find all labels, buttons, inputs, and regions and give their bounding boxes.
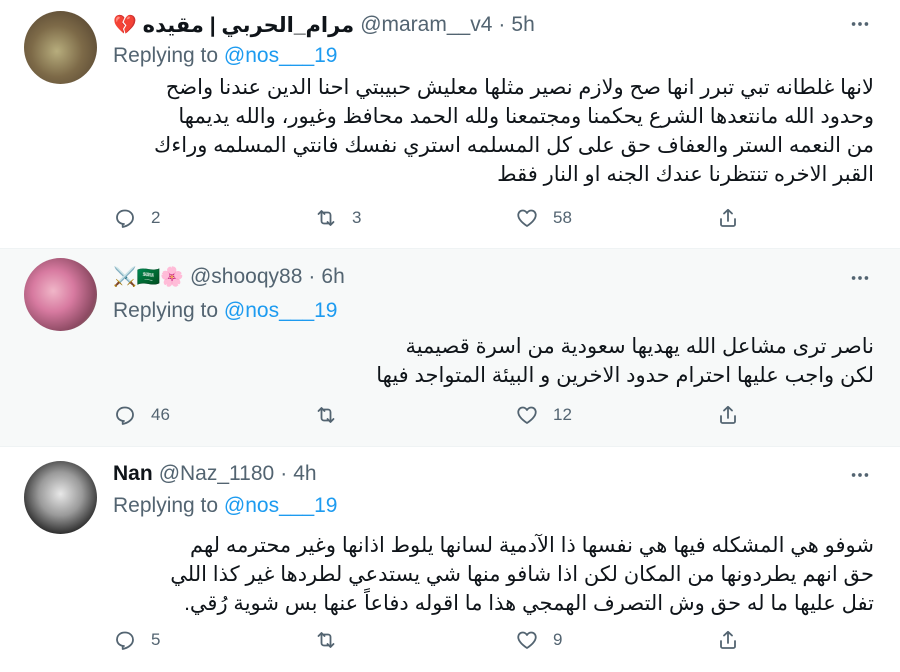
share-button[interactable] [716,206,740,230]
tweet-text-line: حق انهم يطردونها من المكان لكن اذا شافو … [170,563,874,586]
tweet[interactable]: Nan @Naz_1180 · 4h Replying to @nos___19… [0,447,900,672]
tweet-header: 💔 مرام_الحربي | مقيده @maram__v4 · 5h [113,11,535,39]
reply-count: 2 [151,208,161,227]
user-handle[interactable]: @shooqy88 [190,265,302,289]
retweet-button[interactable] [314,628,352,652]
retweet-arrows-icon [314,628,338,652]
tweet-text: لانها غلطانه تبي تبرر انها صح ولازم نصير… [113,73,874,189]
separator-dot: · [308,265,316,288]
name-emoji: ⚔️🇸🇦🌸 [113,267,184,288]
timestamp[interactable]: 6h [321,265,344,289]
retweet-button[interactable] [314,403,352,427]
avatar[interactable] [24,11,97,84]
replying-prefix: Replying to [113,494,219,517]
replying-to: Replying to @nos___19 [113,494,337,518]
tweet-text-line: شوفو هي المشكله فيها هي نفسها ذا الآدمية… [190,534,874,557]
tweet-text: ناصر ترى مشاعل الله يهديها سعودية من اسر… [113,332,874,390]
replying-mention-link[interactable]: @nos___19 [224,299,338,322]
tweet-header: ⚔️🇸🇦🌸 @shooqy88 · 6h [113,263,345,291]
more-horizontal-icon[interactable] [846,266,874,290]
retweet-button[interactable]: 3 [314,206,361,230]
replying-to: Replying to @nos___19 [113,44,337,68]
replying-prefix: Replying to [113,44,219,67]
display-name[interactable]: Nan [113,462,153,486]
retweet-count: 3 [352,208,362,227]
like-count: 58 [553,208,572,227]
name-emoji: 💔 [113,15,137,36]
tweet-text-line: القبر الاخره تنتظرنا عندك الجنه او النار… [497,163,874,186]
reply-count: 5 [151,630,161,649]
timestamp[interactable]: 5h [511,13,534,37]
reply-button[interactable]: 5 [113,628,160,652]
like-count: 9 [553,630,563,649]
replying-mention-link[interactable]: @nos___19 [224,44,338,67]
replying-prefix: Replying to [113,299,219,322]
like-button[interactable]: 9 [515,628,562,652]
avatar[interactable] [24,461,97,534]
like-button[interactable]: 58 [515,206,572,230]
tweet-text-line: لكن واجب عليها احترام حدود الاخرين و الب… [376,364,874,387]
retweet-arrows-icon [314,403,338,427]
share-upload-icon [716,403,740,427]
more-horizontal-icon[interactable] [846,463,874,487]
reply-bubble-icon [113,403,137,427]
display-name[interactable]: مرام_الحربي | مقيده [143,13,355,38]
reply-button[interactable]: 46 [113,403,170,427]
share-button[interactable] [716,628,740,652]
tweet-text-line: لانها غلطانه تبي تبرر انها صح ولازم نصير… [165,76,874,99]
avatar[interactable] [24,258,97,331]
retweet-arrows-icon [314,206,338,230]
reply-count: 46 [151,405,170,424]
reply-bubble-icon [113,206,137,230]
tweet-text-line: من النعمه الستر والعفاف حق على كل المسلم… [154,134,874,157]
share-upload-icon [716,628,740,652]
tweet[interactable]: ⚔️🇸🇦🌸 @shooqy88 · 6h Replying to @nos___… [0,249,900,447]
separator-dot: · [498,13,506,36]
like-button[interactable]: 12 [515,403,572,427]
tweet-text: شوفو هي المشكله فيها هي نفسها ذا الآدمية… [113,531,874,618]
replying-mention-link[interactable]: @nos___19 [224,494,338,517]
more-horizontal-icon[interactable] [846,12,874,36]
user-handle[interactable]: @maram__v4 [360,13,492,37]
reply-bubble-icon [113,628,137,652]
share-button[interactable] [716,403,740,427]
tweet-text-line: ناصر ترى مشاعل الله يهديها سعودية من اسر… [405,335,874,358]
tweet-actions: 2 3 58 [113,203,753,233]
timestamp[interactable]: 4h [293,462,316,486]
user-handle[interactable]: @Naz_1180 [159,462,275,486]
heart-icon [515,206,539,230]
tweet-actions: 5 9 [113,625,753,655]
tweet-actions: 46 12 [113,400,753,430]
share-upload-icon [716,206,740,230]
tweet-text-line: تفل عليها ما له حق وش التصرف الهمجي هذا … [184,592,874,615]
heart-icon [515,403,539,427]
tweet[interactable]: 💔 مرام_الحربي | مقيده @maram__v4 · 5h Re… [0,0,900,249]
heart-icon [515,628,539,652]
replying-to: Replying to @nos___19 [113,299,337,323]
reply-button[interactable]: 2 [113,206,160,230]
separator-dot: · [280,462,288,485]
like-count: 12 [553,405,572,424]
tweet-text-line: وحدود الله مانتعدها الشرع يحكمنا ومجتمعن… [178,105,874,128]
tweet-header: Nan @Naz_1180 · 4h [113,460,317,488]
